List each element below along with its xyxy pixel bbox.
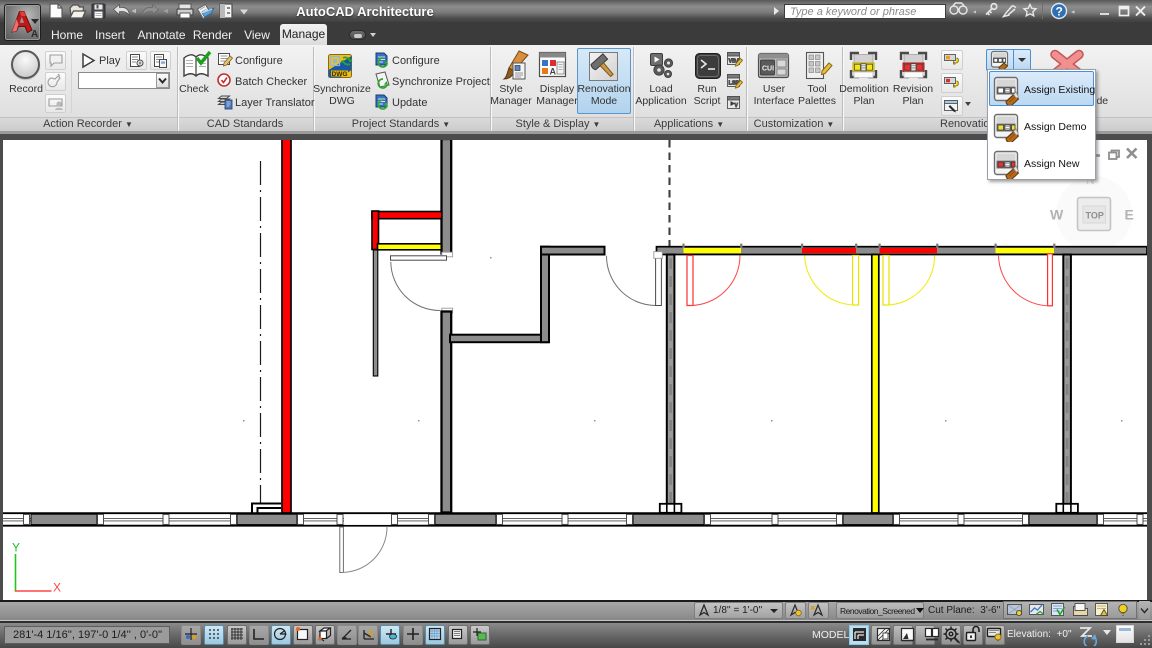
svg-text:E: E — [1125, 207, 1134, 223]
svg-text:W: W — [1050, 207, 1064, 223]
svg-text:?: ? — [1056, 5, 1063, 19]
svg-text:X: X — [53, 581, 61, 595]
svg-text:CUI: CUI — [762, 66, 774, 73]
svg-text:A: A — [550, 67, 557, 77]
svg-text:DWG: DWG — [332, 71, 348, 78]
svg-text:Y: Y — [12, 541, 20, 555]
svg-text:TOP: TOP — [1086, 211, 1104, 221]
